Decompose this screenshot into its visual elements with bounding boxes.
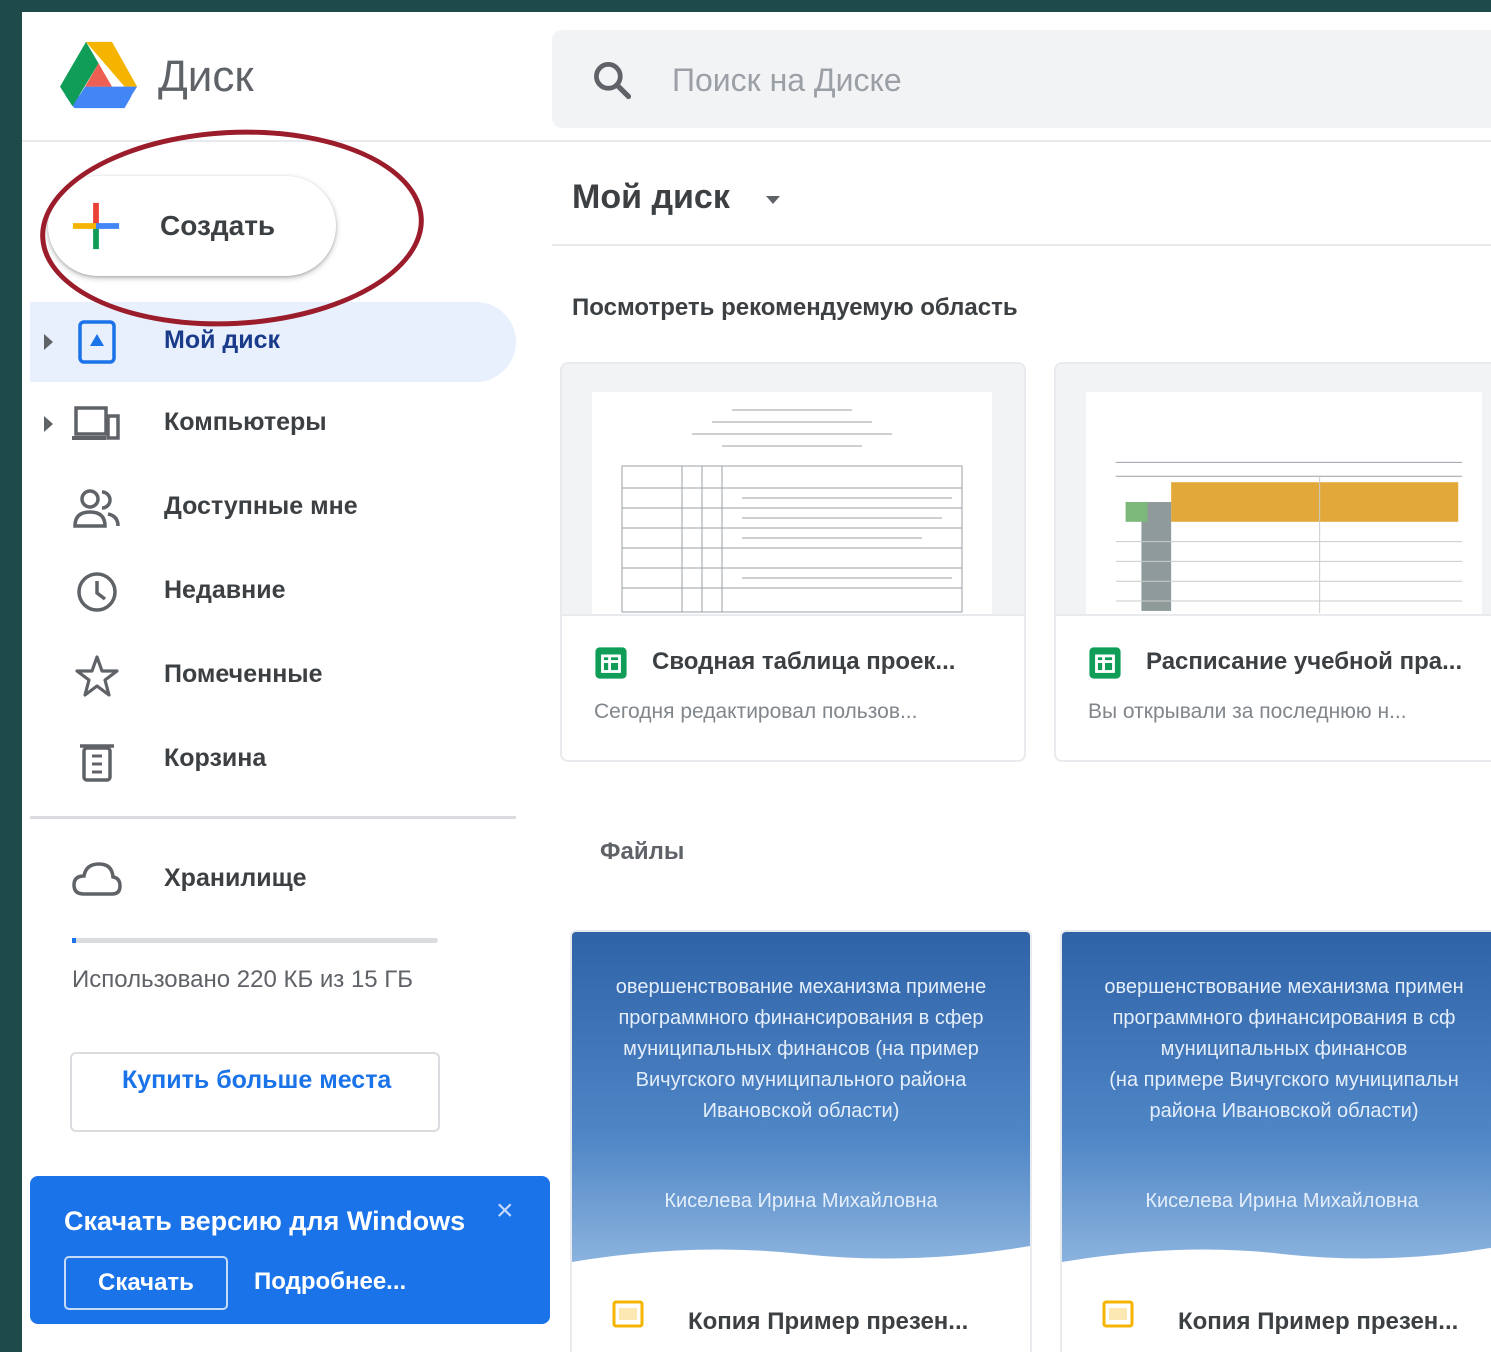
main-divider — [552, 244, 1491, 246]
storage-label: Хранилище — [164, 864, 307, 892]
plus-icon — [72, 202, 120, 250]
file-card[interactable]: овершенствование механизма примене прогр… — [570, 930, 1032, 1352]
drive-window: Диск Создать Мой диск Ком — [22, 12, 1491, 1352]
create-button[interactable]: Создать — [48, 176, 336, 276]
slide-author: Киселева Ирина Михайловна — [664, 1190, 938, 1212]
sidebar-item-label: Помеченные — [164, 660, 323, 688]
slide-line: программного финансирования в сф — [1112, 1007, 1456, 1029]
sidebar-item-my-drive[interactable]: Мой диск — [30, 302, 516, 382]
sidebar-item-label: Доступные мне — [164, 492, 358, 520]
more-info-link[interactable]: Подробнее... — [254, 1268, 406, 1296]
download-windows-banner: Скачать версию для Windows × Скачать Под… — [30, 1176, 550, 1324]
slide-line: овершенствование механизма примен — [1104, 976, 1464, 998]
search-icon[interactable] — [590, 58, 634, 102]
file-thumbnail — [1056, 364, 1491, 616]
presentation-thumbnail: овершенствование механизма примен програ… — [1062, 932, 1491, 1272]
sheets-icon — [595, 647, 627, 679]
suggested-file-card[interactable]: Сводная таблица проек... Сегодня редакти… — [560, 362, 1026, 762]
files-section-label: Файлы — [600, 838, 685, 865]
slides-icon — [612, 1300, 644, 1328]
expand-arrow-icon[interactable] — [44, 334, 53, 350]
search-bar[interactable] — [552, 30, 1491, 128]
slide-line: Вичугского муниципального района — [635, 1069, 967, 1091]
storage-usage-text: Использовано 220 КБ из 15 ГБ — [72, 966, 414, 993]
slide-line: муниципальных финансов (на пример — [623, 1038, 979, 1060]
slide-line: района Ивановской области) — [1149, 1100, 1419, 1122]
slides-icon — [1102, 1300, 1134, 1328]
slide-line: Ивановской области) — [702, 1100, 900, 1122]
slide-wave-decoration — [572, 1246, 1030, 1272]
slide-line: овершенствование механизма примене — [615, 976, 987, 998]
sidebar-item-starred[interactable]: Помеченные — [30, 636, 516, 716]
slide-line: (на примере Вичугского муниципальн — [1109, 1069, 1459, 1091]
sidebar-item-recent[interactable]: Недавние — [30, 552, 516, 632]
file-title: Копия Пример презен... — [1178, 1308, 1459, 1335]
file-activity: Сегодня редактировал пользов... — [594, 700, 918, 723]
suggested-file-card[interactable]: Расписание учебной пра... Вы открывали з… — [1054, 362, 1491, 762]
cloud-icon — [72, 862, 122, 896]
slide-line: муниципальных финансов — [1160, 1038, 1408, 1060]
banner-title: Скачать версию для Windows — [64, 1206, 466, 1236]
sidebar-item-storage[interactable]: Хранилище — [30, 840, 516, 920]
slide-wave-decoration — [1062, 1247, 1491, 1272]
expand-arrow-icon[interactable] — [44, 416, 53, 432]
my-drive-icon — [78, 320, 116, 364]
sidebar-item-computers[interactable]: Компьютеры — [30, 384, 516, 464]
sidebar-item-trash[interactable]: Корзина — [30, 720, 516, 800]
buy-storage-label: Купить больше места — [122, 1066, 392, 1094]
download-button[interactable]: Скачать — [64, 1256, 228, 1310]
sidebar-item-label: Компьютеры — [164, 408, 327, 436]
slide-title-text: овершенствование механизма примен програ… — [1066, 972, 1491, 1127]
file-thumbnail — [562, 364, 1024, 616]
slide-author: Киселева Ирина Михайловна — [1145, 1190, 1419, 1212]
buy-storage-button[interactable]: Купить больше места — [70, 1052, 440, 1132]
file-card[interactable]: овершенствование механизма примен програ… — [1060, 930, 1491, 1352]
clock-icon — [77, 572, 117, 612]
close-icon[interactable]: × — [496, 1194, 514, 1228]
file-title: Расписание учебной пра... — [1146, 648, 1463, 675]
computers-icon — [72, 406, 120, 440]
slide-line: программного финансирования в сфер — [618, 1007, 984, 1029]
file-title: Сводная таблица проек... — [652, 648, 956, 675]
slide-title-text: овершенствование механизма примене прогр… — [576, 972, 1026, 1127]
chevron-down-icon[interactable] — [766, 196, 780, 204]
page-title[interactable]: Мой диск — [572, 178, 730, 217]
trash-icon — [80, 744, 114, 782]
header-divider — [22, 140, 1491, 142]
app-title: Диск — [158, 52, 254, 101]
sidebar-item-label: Недавние — [164, 576, 286, 604]
storage-usage-bar — [72, 938, 438, 943]
star-icon — [75, 655, 119, 697]
sheets-icon — [1089, 647, 1121, 679]
search-input[interactable] — [670, 54, 1374, 106]
google-drive-logo[interactable] — [60, 40, 138, 110]
presentation-thumbnail: овершенствование механизма примене прогр… — [572, 932, 1030, 1272]
spreadsheet-thumbnail — [592, 392, 992, 614]
shared-people-icon — [73, 489, 120, 528]
storage-usage-fill — [72, 938, 76, 943]
sidebar-divider — [30, 816, 516, 819]
sidebar-item-shared[interactable]: Доступные мне — [30, 468, 516, 548]
suggested-section-label[interactable]: Посмотреть рекомендуемую область — [572, 294, 1018, 322]
create-label: Создать — [160, 210, 276, 241]
spreadsheet-thumbnail — [1086, 392, 1482, 614]
file-activity: Вы открывали за последнюю н... — [1088, 700, 1407, 723]
sidebar-item-label: Мой диск — [164, 326, 281, 354]
file-title: Копия Пример презен... — [688, 1308, 969, 1335]
sidebar-item-label: Корзина — [164, 744, 267, 772]
